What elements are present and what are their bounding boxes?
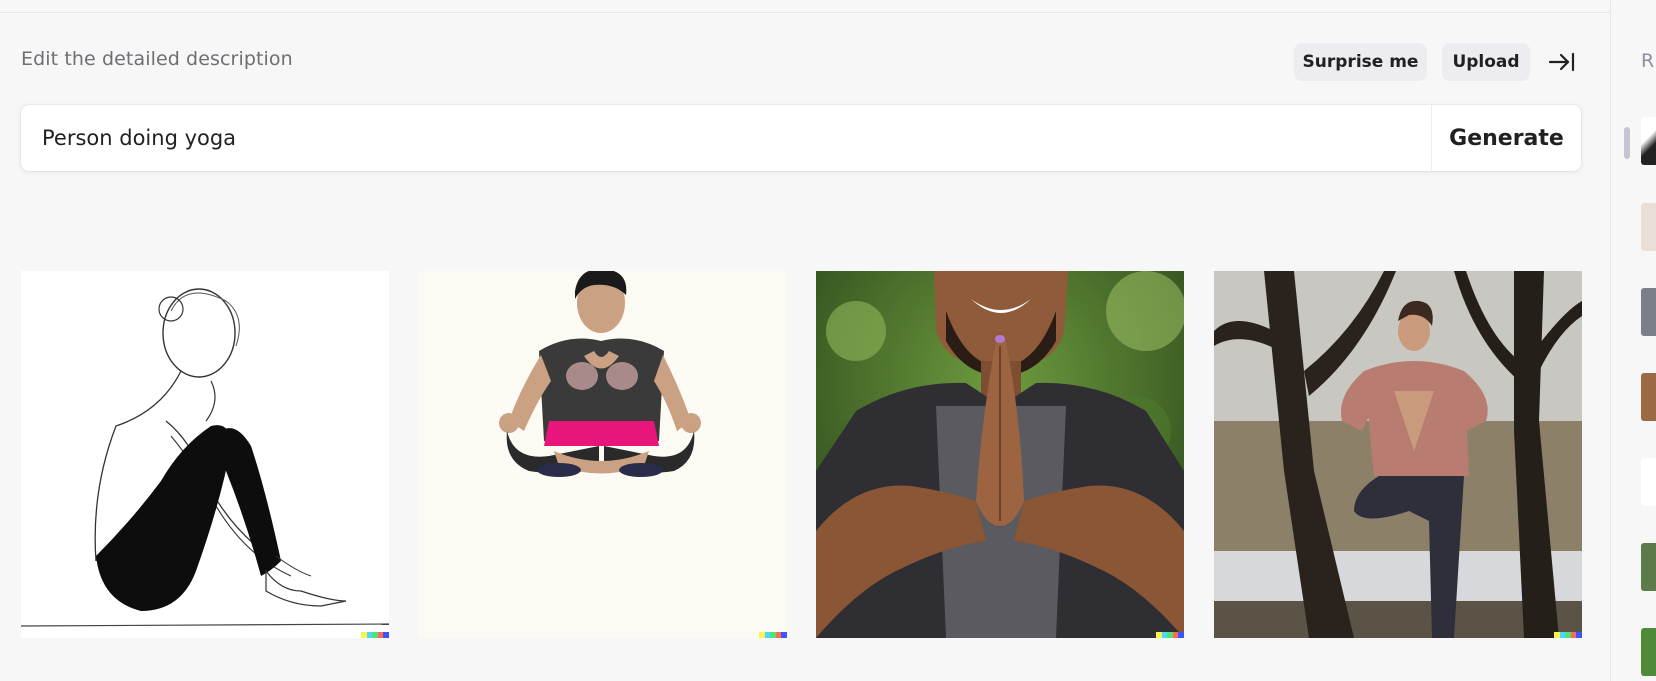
history-thumbnail[interactable] [1641, 373, 1656, 421]
main-area: Edit the detailed description Surprise m… [0, 0, 1610, 681]
history-thumbnail[interactable] [1641, 203, 1656, 251]
result-image-3[interactable] [816, 271, 1184, 638]
generate-button[interactable]: Generate [1432, 105, 1581, 171]
history-panel-label: R [1641, 50, 1655, 72]
result-image-1[interactable] [21, 271, 389, 638]
arrow-right-to-bar-icon[interactable] [1548, 50, 1576, 74]
result-image-4[interactable] [1214, 271, 1582, 638]
history-thumbnail[interactable] [1641, 458, 1656, 506]
signature-mark [1156, 632, 1184, 638]
history-thumbnail[interactable] [1641, 543, 1656, 591]
page-heading: Edit the detailed description [21, 48, 293, 70]
prompt-bar: Person doing yoga Generate [21, 105, 1581, 171]
history-thumbnail[interactable] [1641, 288, 1656, 336]
surprise-me-button[interactable]: Surprise me [1294, 43, 1427, 81]
top-divider [0, 12, 1610, 13]
upload-button[interactable]: Upload [1442, 43, 1530, 81]
signature-mark [1554, 632, 1582, 638]
prompt-input[interactable]: Person doing yoga [42, 122, 1402, 154]
history-scrollbar[interactable] [1624, 127, 1630, 159]
result-image-2[interactable] [419, 271, 787, 638]
signature-mark [361, 632, 389, 638]
signature-mark [759, 632, 787, 638]
history-thumbnail[interactable] [1641, 117, 1656, 165]
history-panel: R [1610, 0, 1656, 681]
history-thumbnail[interactable] [1641, 628, 1656, 676]
